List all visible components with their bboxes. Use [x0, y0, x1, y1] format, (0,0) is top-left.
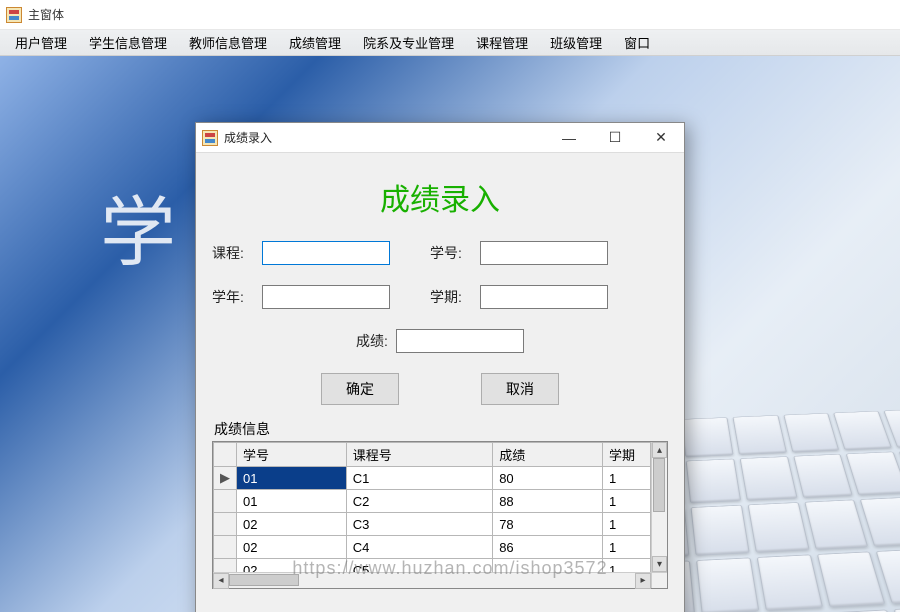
cell-term[interactable]: 1	[603, 513, 651, 536]
dialog-heading: 成绩录入	[212, 175, 668, 219]
main-window-titlebar: 主窗体	[0, 0, 900, 30]
v-scroll-thumb[interactable]	[653, 458, 665, 512]
form-icon	[202, 130, 218, 146]
scroll-down-icon[interactable]: ▾	[652, 556, 667, 572]
menu-class-mgmt[interactable]: 班级管理	[539, 33, 613, 52]
col-sid[interactable]: 学号	[237, 443, 347, 467]
row-header	[214, 513, 237, 536]
row-header: ▶	[214, 467, 237, 490]
cell-term[interactable]: 1	[603, 467, 651, 490]
menu-score-mgmt[interactable]: 成绩管理	[278, 33, 352, 52]
form-icon	[6, 7, 22, 23]
cell-sid[interactable]: 01	[237, 490, 347, 513]
grid-h-scrollbar[interactable]: ◂ ▸	[213, 572, 651, 588]
combo-sid[interactable]	[480, 241, 608, 265]
label-course: 课程:	[212, 243, 262, 263]
cell-course[interactable]: C4	[346, 536, 492, 559]
menu-window[interactable]: 窗口	[613, 33, 661, 52]
menu-department[interactable]: 院系及专业管理	[352, 33, 465, 52]
cell-course[interactable]: C3	[346, 513, 492, 536]
close-button[interactable]: ✕	[638, 123, 684, 153]
dialog-titlebar[interactable]: 成绩录入 ― ☐ ✕	[196, 123, 684, 153]
grid-title: 成绩信息	[214, 419, 668, 439]
minimize-button[interactable]: ―	[546, 123, 592, 153]
col-term[interactable]: 学期	[603, 443, 651, 467]
cell-course[interactable]: C1	[346, 467, 492, 490]
maximize-button[interactable]: ☐	[592, 123, 638, 153]
grid-corner	[214, 443, 237, 467]
scroll-right-icon[interactable]: ▸	[635, 573, 651, 589]
ok-button[interactable]: 确定	[321, 373, 399, 405]
cell-score[interactable]: 80	[493, 467, 603, 490]
grid-v-scrollbar[interactable]: ▴ ▾	[651, 442, 667, 572]
grid-wrap: 学号 课程号 成绩 学期 ▶01C180101C288102C378102C48…	[212, 441, 668, 589]
menu-student-info[interactable]: 学生信息管理	[78, 33, 178, 52]
client-area: 学 理系统 enter shift 成绩录入 ― ☐ ✕ 成绩录入 课程:	[0, 56, 900, 612]
cell-sid[interactable]: 02	[237, 513, 347, 536]
h-scroll-thumb[interactable]	[229, 574, 299, 586]
row-header	[214, 536, 237, 559]
combo-course[interactable]	[262, 241, 390, 265]
row-header	[214, 490, 237, 513]
dialog-score-entry: 成绩录入 ― ☐ ✕ 成绩录入 课程: 学号: 学年: 学期:	[195, 122, 685, 612]
menubar: 用户管理 学生信息管理 教师信息管理 成绩管理 院系及专业管理 课程管理 班级管…	[0, 30, 900, 56]
table-row[interactable]: 01C2881	[214, 490, 651, 513]
cell-sid[interactable]: 02	[237, 536, 347, 559]
input-score[interactable]	[396, 329, 524, 353]
table-row[interactable]: 02C4861	[214, 536, 651, 559]
cell-score[interactable]: 78	[493, 513, 603, 536]
col-score[interactable]: 成绩	[493, 443, 603, 467]
label-score: 成绩:	[356, 331, 388, 351]
label-term: 学期:	[430, 287, 480, 307]
col-course[interactable]: 课程号	[346, 443, 492, 467]
cancel-button[interactable]: 取消	[481, 373, 559, 405]
combo-term[interactable]	[480, 285, 608, 309]
menu-teacher-info[interactable]: 教师信息管理	[178, 33, 278, 52]
label-sid: 学号:	[430, 243, 480, 263]
dialog-title: 成绩录入	[224, 129, 272, 146]
label-year: 学年:	[212, 287, 262, 307]
main-window-title: 主窗体	[28, 6, 64, 23]
cell-sid[interactable]: 01	[237, 467, 347, 490]
cell-score[interactable]: 88	[493, 490, 603, 513]
combo-year[interactable]	[262, 285, 390, 309]
table-row[interactable]: ▶01C1801	[214, 467, 651, 490]
cell-score[interactable]: 86	[493, 536, 603, 559]
cell-term[interactable]: 1	[603, 490, 651, 513]
menu-course-mgmt[interactable]: 课程管理	[465, 33, 539, 52]
table-row[interactable]: 02C3781	[214, 513, 651, 536]
cell-course[interactable]: C2	[346, 490, 492, 513]
menu-user-mgmt[interactable]: 用户管理	[4, 33, 78, 52]
cell-term[interactable]: 1	[603, 536, 651, 559]
scroll-corner	[651, 572, 667, 588]
scroll-up-icon[interactable]: ▴	[652, 442, 667, 458]
scroll-left-icon[interactable]: ◂	[213, 573, 229, 589]
score-grid[interactable]: 学号 课程号 成绩 学期 ▶01C180101C288102C378102C48…	[213, 442, 651, 582]
